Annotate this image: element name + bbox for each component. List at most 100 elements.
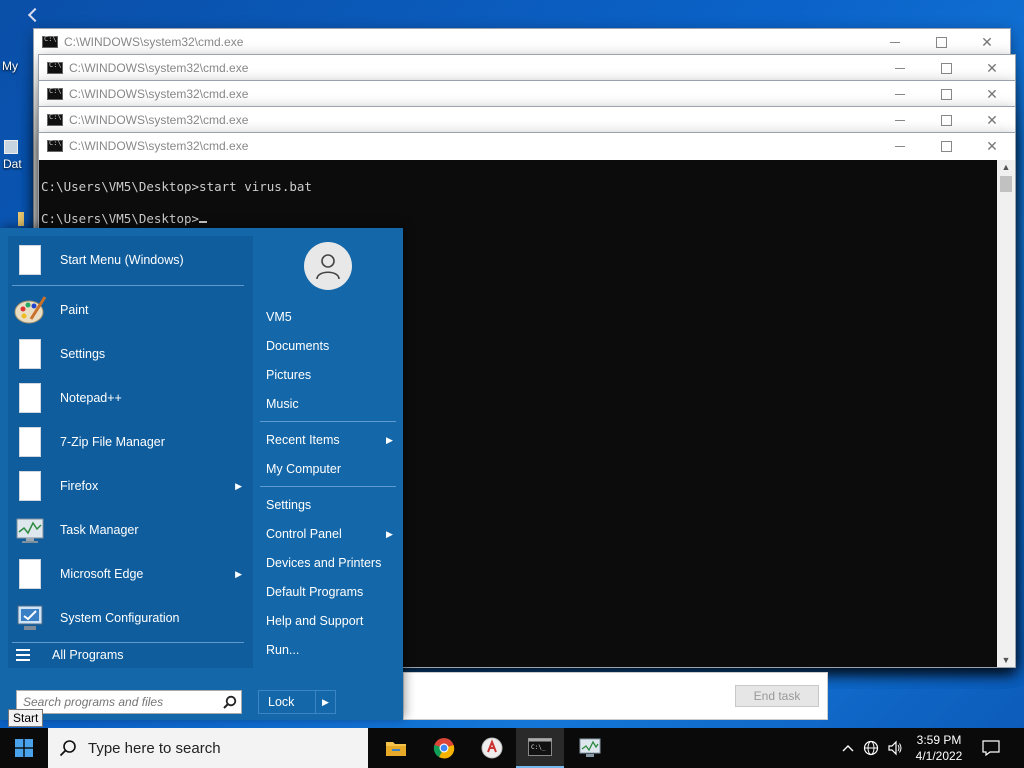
recent-items-label: Recent Items xyxy=(266,433,340,447)
start-item-7zip[interactable]: 7-Zip File Manager xyxy=(8,420,244,464)
desktop-shortcut-icon[interactable] xyxy=(4,140,18,154)
separator xyxy=(12,642,244,643)
my-computer-link[interactable]: My Computer xyxy=(266,462,341,476)
recent-items-link[interactable]: Recent Items ▶ xyxy=(266,433,396,447)
close-button[interactable]: ✕ xyxy=(969,81,1015,107)
vertical-scrollbar[interactable]: ▲ ▼ xyxy=(997,160,1015,667)
close-button[interactable]: ✕ xyxy=(969,107,1015,133)
cmd-icon xyxy=(47,87,63,100)
minimize-button[interactable] xyxy=(877,107,923,133)
desktop-icon-label-dat[interactable]: Dat xyxy=(3,157,22,171)
show-hidden-icons-button[interactable] xyxy=(838,728,858,768)
close-button[interactable]: ✕ xyxy=(969,133,1015,159)
taskbar-search-text: Type here to search xyxy=(88,739,221,757)
start-item-label: Notepad++ xyxy=(60,391,122,405)
maximize-button[interactable] xyxy=(923,107,969,133)
end-task-button[interactable]: End task xyxy=(735,685,819,707)
search-icon[interactable] xyxy=(219,695,241,709)
minimize-button[interactable] xyxy=(877,55,923,81)
music-link[interactable]: Music xyxy=(266,397,299,411)
scroll-down-icon[interactable]: ▼ xyxy=(997,653,1015,667)
maximize-button[interactable] xyxy=(923,81,969,107)
notification-icon xyxy=(982,740,1000,756)
folder-icon xyxy=(386,742,406,756)
taskbar-search-box[interactable]: Type here to search xyxy=(48,728,368,768)
all-programs-button[interactable]: All Programs xyxy=(16,648,124,662)
start-item-task-manager[interactable]: Task Manager xyxy=(8,508,244,552)
start-item-label: 7-Zip File Manager xyxy=(60,435,165,449)
start-search-input[interactable] xyxy=(17,695,219,709)
desktop-arrow-icon xyxy=(27,7,43,23)
settings-link[interactable]: Settings xyxy=(266,498,311,512)
start-item-label: Settings xyxy=(60,347,106,361)
lock-button[interactable]: Lock ▶ xyxy=(258,690,336,714)
start-item-label: System Configuration xyxy=(60,611,180,625)
pictures-link[interactable]: Pictures xyxy=(266,368,311,382)
start-item-paint[interactable]: Paint xyxy=(8,288,244,332)
cmd-titlebar[interactable]: C:\WINDOWS\system32\cmd.exe ✕ xyxy=(39,107,1015,133)
desktop-icon-label-my[interactable]: My xyxy=(2,59,18,73)
document-icon xyxy=(12,468,48,504)
cmd-icon: C:\_ xyxy=(528,738,552,756)
cmd-titlebar[interactable]: C:\WINDOWS\system32\cmd.exe ✕ xyxy=(34,29,1010,55)
submenu-arrow-icon: ▶ xyxy=(386,529,393,539)
minimize-button[interactable] xyxy=(872,29,918,55)
start-item-start-menu-windows[interactable]: Start Menu (Windows) xyxy=(8,238,244,282)
close-button[interactable]: ✕ xyxy=(969,55,1015,81)
taskbar-app-red[interactable] xyxy=(468,728,516,768)
volume-tray-button[interactable] xyxy=(884,728,906,768)
submenu-arrow-icon[interactable]: ▶ xyxy=(235,481,242,492)
taskbar-file-explorer[interactable] xyxy=(372,728,420,768)
taskbar-chrome[interactable] xyxy=(420,728,468,768)
start-search-box[interactable] xyxy=(16,690,242,714)
scroll-thumb[interactable] xyxy=(1000,176,1012,192)
scroll-up-icon[interactable]: ▲ xyxy=(997,160,1015,174)
search-icon xyxy=(48,739,88,757)
start-item-label: Start Menu (Windows) xyxy=(60,253,184,267)
submenu-arrow-icon: ▶ xyxy=(386,435,393,445)
start-item-firefox[interactable]: Firefox ▶ xyxy=(8,464,244,508)
clock-date: 4/1/2022 xyxy=(915,749,963,763)
lock-options-arrow-icon[interactable]: ▶ xyxy=(315,691,335,713)
user-avatar[interactable] xyxy=(304,242,352,290)
minimize-button[interactable] xyxy=(877,133,923,159)
desktop-shortcut-icon-2[interactable] xyxy=(18,212,24,226)
devices-printers-link[interactable]: Devices and Printers xyxy=(266,556,381,570)
minimize-button[interactable] xyxy=(877,81,923,107)
start-item-label: Microsoft Edge xyxy=(60,567,144,581)
maximize-button[interactable] xyxy=(923,133,969,159)
document-icon xyxy=(12,380,48,416)
notifications-button[interactable] xyxy=(976,728,1006,768)
close-button[interactable]: ✕ xyxy=(964,29,1010,55)
run-link[interactable]: Run... xyxy=(266,643,299,657)
lock-label: Lock xyxy=(268,695,295,709)
help-support-link[interactable]: Help and Support xyxy=(266,614,363,628)
submenu-arrow-icon[interactable]: ▶ xyxy=(235,569,242,580)
documents-link[interactable]: Documents xyxy=(266,339,329,353)
chevron-up-icon xyxy=(842,745,854,752)
paint-icon xyxy=(12,292,48,328)
taskbar-cmd[interactable]: C:\_ xyxy=(516,728,564,768)
cmd-icon xyxy=(47,61,63,74)
control-panel-link[interactable]: Control Panel ▶ xyxy=(266,527,396,541)
cmd-titlebar[interactable]: C:\WINDOWS\system32\cmd.exe ✕ xyxy=(39,55,1015,81)
taskbar-task-manager[interactable] xyxy=(566,728,614,768)
console-cursor xyxy=(199,221,208,223)
start-button[interactable] xyxy=(0,728,48,768)
cmd-titlebar[interactable]: C:\WINDOWS\system32\cmd.exe ✕ xyxy=(39,133,1015,159)
user-name-link[interactable]: VM5 xyxy=(266,310,292,324)
cmd-titlebar[interactable]: C:\WINDOWS\system32\cmd.exe ✕ xyxy=(39,81,1015,107)
console-line: C:\Users\VM5\Desktop>start virus.bat xyxy=(41,179,312,194)
start-item-label: Firefox xyxy=(60,479,99,493)
start-item-microsoft-edge[interactable]: Microsoft Edge ▶ xyxy=(8,552,244,596)
cmd-window-title: C:\WINDOWS\system32\cmd.exe xyxy=(69,87,249,101)
network-tray-button[interactable] xyxy=(860,728,882,768)
start-item-notepadpp[interactable]: Notepad++ xyxy=(8,376,244,420)
start-tooltip: Start xyxy=(8,709,44,727)
maximize-button[interactable] xyxy=(923,55,969,81)
maximize-button[interactable] xyxy=(918,29,964,55)
default-programs-link[interactable]: Default Programs xyxy=(266,585,363,599)
start-item-settings[interactable]: Settings xyxy=(8,332,244,376)
start-item-system-configuration[interactable]: System Configuration xyxy=(8,596,244,640)
taskbar-clock[interactable]: 3:59 PM 4/1/2022 xyxy=(904,732,974,764)
